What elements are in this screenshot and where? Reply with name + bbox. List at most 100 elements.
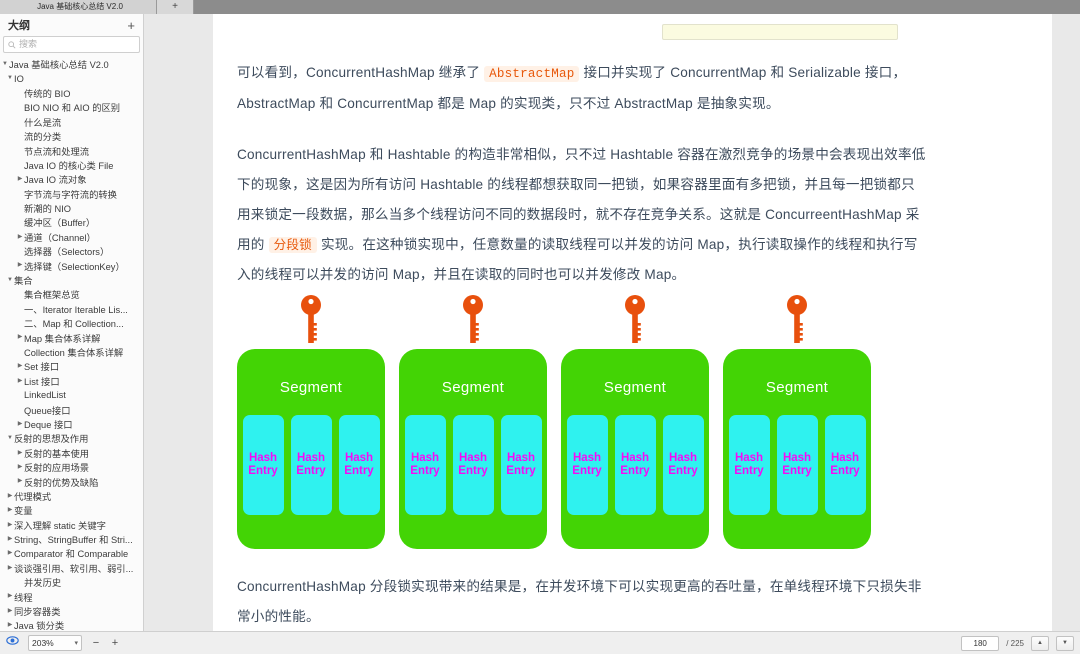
outline-item[interactable]: ▶ 变量: [0, 503, 143, 517]
outline-item[interactable]: ▶ List 接口: [0, 374, 143, 388]
outline-item[interactable]: ▶ Set 接口: [0, 359, 143, 373]
caret-collapsed-icon[interactable]: ▶: [16, 446, 24, 460]
caret-collapsed-icon[interactable]: ▶: [6, 589, 14, 603]
caret-collapsed-icon[interactable]: ▶: [16, 474, 24, 488]
caret-collapsed-icon[interactable]: ▶: [16, 374, 24, 388]
outline-tree[interactable]: ▼Java 基础核心总结 V2.0▼IO·传统的 BIO·BIO NIO 和 A…: [0, 56, 143, 631]
next-page-button[interactable]: ▼: [1056, 635, 1074, 651]
outline-item[interactable]: ·并发历史: [0, 575, 143, 589]
outline-item[interactable]: ▶ 选择键（SelectionKey）: [0, 258, 143, 272]
outline-item[interactable]: ▶ String、StringBuffer 和 Stri...: [0, 532, 143, 546]
current-page-input[interactable]: 180: [961, 635, 1000, 651]
caret-expanded-icon[interactable]: ▼: [6, 431, 14, 445]
outline-item[interactable]: ▶ Java IO 流对象: [0, 172, 143, 186]
caret-collapsed-icon[interactable]: ▶: [6, 561, 14, 575]
hash-entry-box: Hash Entry: [338, 415, 380, 515]
outline-item[interactable]: ▶ 同步容器类: [0, 604, 143, 618]
outline-item[interactable]: ▶ 反射的基本使用: [0, 446, 143, 460]
outline-item[interactable]: ▶ 反射的优势及缺陷: [0, 474, 143, 488]
outline-item[interactable]: ·Queue接口: [0, 402, 143, 416]
outline-item[interactable]: ▶ 谈谈强引用、软引用、弱引...: [0, 561, 143, 575]
outline-item[interactable]: ·什么是流: [0, 115, 143, 129]
outline-item-label: 线程: [14, 592, 33, 603]
hash-entry-box: Hash Entry: [452, 415, 494, 515]
zoom-out-button[interactable]: −: [91, 637, 101, 649]
outline-item[interactable]: ·新潮的 NIO: [0, 201, 143, 215]
eye-icon[interactable]: [6, 634, 19, 652]
outline-item[interactable]: ▶ 线程: [0, 589, 143, 603]
application-window: Java 基础核心总结 V2.0 + 大纲 + 搜索 ▼ Java 基础核心总结 …: [0, 0, 1080, 654]
outline-item[interactable]: ·Java IO 的核心类 File: [0, 158, 143, 172]
document-pane[interactable]: 可以看到，ConcurrentHashMap 继承了 AbstractMap 接…: [144, 14, 1080, 631]
outline-item[interactable]: ▶ Comparator 和 Comparable: [0, 546, 143, 560]
outline-item[interactable]: ▶ Deque 接口: [0, 417, 143, 431]
outline-item[interactable]: ▶ 反射的应用场景: [0, 460, 143, 474]
hash-entry-label-line1: Hash: [620, 452, 650, 464]
outline-item[interactable]: ·BIO NIO 和 AIO 的区别: [0, 100, 143, 114]
code-block-partial: [662, 24, 898, 40]
outline-item[interactable]: ▶ 代理模式: [0, 489, 143, 503]
caret-expanded-icon[interactable]: ▼: [1, 57, 9, 71]
outline-item[interactable]: ·流的分类: [0, 129, 143, 143]
caret-collapsed-icon[interactable]: ▶: [16, 258, 24, 272]
outline-item[interactable]: ·缓冲区（Buffer）: [0, 215, 143, 229]
caret-placeholder: ·: [16, 129, 24, 143]
caret-collapsed-icon[interactable]: ▶: [16, 172, 24, 186]
caret-collapsed-icon[interactable]: ▶: [6, 503, 14, 517]
hash-entry-label-line1: Hash: [344, 452, 374, 464]
caret-expanded-icon[interactable]: ▼: [6, 71, 14, 85]
outline-item[interactable]: ▶ 深入理解 static 关键字: [0, 518, 143, 532]
previous-page-button[interactable]: ▲: [1031, 635, 1049, 651]
outline-item[interactable]: ▼ 反射的思想及作用: [0, 431, 143, 445]
caret-collapsed-icon[interactable]: ▶: [16, 417, 24, 431]
outline-item[interactable]: ·一、Iterator Iterable Lis...: [0, 302, 143, 316]
caret-collapsed-icon[interactable]: ▶: [6, 518, 14, 532]
segment-box: Segment Hash Entry Hash Entry Hash Entry: [561, 349, 709, 549]
zoom-level-select[interactable]: 203% ▾: [28, 635, 82, 651]
outline-item[interactable]: ·选择器（Selectors）: [0, 244, 143, 258]
outline-item[interactable]: ·LinkedList: [0, 388, 143, 402]
search-input[interactable]: 搜索: [3, 36, 140, 53]
outline-item[interactable]: ·集合框架总览: [0, 287, 143, 301]
outline-item-label: LinkedList: [24, 390, 66, 401]
hash-entry-box: Hash Entry: [824, 415, 866, 515]
caret-collapsed-icon[interactable]: ▶: [16, 230, 24, 244]
outline-item[interactable]: ▼ Java 基础核心总结 V2.0: [0, 57, 143, 71]
caret-collapsed-icon[interactable]: ▶: [16, 359, 24, 373]
outline-item[interactable]: ▶ 通道（Channel）: [0, 230, 143, 244]
page-rail: [1052, 14, 1080, 631]
outline-item-label: Java IO 流对象: [24, 175, 87, 186]
caret-collapsed-icon[interactable]: ▶: [16, 330, 24, 344]
outline-item[interactable]: ▶ Map 集合体系详解: [0, 330, 143, 344]
caret-collapsed-icon[interactable]: ▶: [6, 532, 14, 546]
outline-item[interactable]: ·节点流和处理流: [0, 143, 143, 157]
segment-label: Segment: [765, 379, 829, 396]
caret-expanded-icon[interactable]: ▼: [6, 273, 14, 287]
add-outline-button[interactable]: +: [127, 18, 135, 33]
outline-item[interactable]: ▼ IO: [0, 71, 143, 85]
outline-item[interactable]: ·字节流与字符流的转换: [0, 187, 143, 201]
outline-item[interactable]: ·Collection 集合体系详解: [0, 345, 143, 359]
segment-box: Segment Hash Entry Hash Entry Hash Entry: [237, 349, 385, 549]
caret-collapsed-icon[interactable]: ▶: [16, 460, 24, 474]
hash-entry-label-line1: Hash: [458, 452, 488, 464]
caret-collapsed-icon[interactable]: ▶: [6, 618, 14, 631]
tab-document[interactable]: Java 基础核心总结 V2.0: [0, 0, 157, 14]
hash-entry-label-line1: Hash: [410, 452, 440, 464]
outline-item-label: 流的分类: [24, 132, 62, 143]
outline-item-label: 缓冲区（Buffer）: [24, 218, 96, 229]
outline-item[interactable]: ▼ 集合: [0, 273, 143, 287]
new-tab-button[interactable]: +: [157, 0, 194, 14]
caret-collapsed-icon[interactable]: ▶: [6, 604, 14, 618]
hash-entry-label-line1: Hash: [572, 452, 602, 464]
caret-collapsed-icon[interactable]: ▶: [6, 546, 14, 560]
caret-collapsed-icon[interactable]: ▶: [6, 489, 14, 503]
caret-placeholder: ·: [16, 287, 24, 301]
hash-entry-label-line2: Entry: [620, 465, 650, 477]
outline-item-label: 选择键（SelectionKey）: [24, 261, 125, 272]
outline-item[interactable]: ▶ Java 锁分类: [0, 618, 143, 631]
zoom-in-button[interactable]: +: [110, 637, 120, 649]
outline-item[interactable]: ·传统的 BIO: [0, 86, 143, 100]
hash-entry-label-line2: Entry: [782, 465, 812, 477]
outline-item[interactable]: ·二、Map 和 Collection...: [0, 316, 143, 330]
